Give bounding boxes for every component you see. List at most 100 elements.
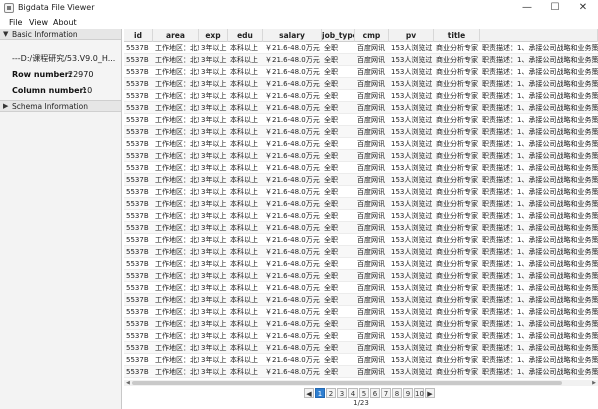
cell-description: 职责描述：1、承接公司战略和业务策略 bbox=[482, 164, 598, 172]
prev-page-button[interactable]: ◀ bbox=[304, 388, 314, 398]
page-button-8[interactable]: 8 bbox=[392, 388, 402, 398]
cell-cmp: 百度网讯 bbox=[357, 104, 385, 112]
cell-area: 工作地区：北京 bbox=[155, 272, 199, 280]
table-row[interactable]: 5537B 工作地区：北京3年以上本科以上 ￥21.6-48.0万元全职 百度网讯 15… bbox=[124, 138, 598, 150]
table-row[interactable]: 5537B 工作地区：北京3年以上本科以上 ￥21.6-48.0万元全职 百度网讯 15… bbox=[124, 210, 598, 222]
cell-cmp: 百度网讯 bbox=[357, 344, 385, 352]
table-row[interactable]: 5537B 工作地区：北京3年以上本科以上 ￥21.6-48.0万元全职 百度网讯 15… bbox=[124, 162, 598, 174]
sidebar: ▼ Basic Information ---D:/课程研究/53.V9.0_H… bbox=[0, 29, 122, 409]
cell-exp: 3年以上 bbox=[201, 296, 227, 304]
page-button-4[interactable]: 4 bbox=[348, 388, 358, 398]
table-row[interactable]: 5537B 工作地区：北京3年以上本科以上 ￥21.6-48.0万元全职 百度网讯 15… bbox=[124, 174, 598, 186]
cell-description: 职责描述：1、承接公司战略和业务策略 bbox=[482, 80, 598, 88]
table-row[interactable]: 5537B 工作地区：北京3年以上本科以上 ￥21.6-48.0万元全职 百度网讯 15… bbox=[124, 342, 598, 354]
table-row[interactable]: 5537B 工作地区：北京3年以上本科以上 ￥21.6-48.0万元全职 百度网讯 15… bbox=[124, 150, 598, 162]
table-row[interactable]: 5537B 工作地区：北京3年以上本科以上 ￥21.6-48.0万元全职 百度网讯 15… bbox=[124, 330, 598, 342]
menu-file[interactable]: File bbox=[9, 18, 22, 27]
table-row[interactable]: 5537B 工作地区：北京3年以上本科以上 ￥21.6-48.0万元全职 百度网讯 15… bbox=[124, 294, 598, 306]
cell-cmp: 百度网讯 bbox=[357, 128, 385, 136]
page-button-5[interactable]: 5 bbox=[359, 388, 369, 398]
column-header-description[interactable] bbox=[480, 29, 598, 42]
cell-cmp: 百度网讯 bbox=[357, 368, 385, 376]
cell-description: 职责描述：1、承接公司战略和业务策略 bbox=[482, 140, 598, 148]
column-header-cmp[interactable]: cmp bbox=[355, 29, 389, 42]
page-button-3[interactable]: 3 bbox=[337, 388, 347, 398]
cell-job-type: 全职 bbox=[324, 248, 338, 256]
cell-description: 职责描述：1、承接公司战略和业务策略 bbox=[482, 260, 598, 268]
cell-salary: ￥21.6-48.0万元 bbox=[265, 260, 320, 268]
table-row[interactable]: 5537B 工作地区：北京3年以上本科以上 ￥21.6-48.0万元全职 百度网讯 15… bbox=[124, 246, 598, 258]
table-row[interactable]: 5537B 工作地区：北京3年以上本科以上 ￥21.6-48.0万元全职 百度网讯 15… bbox=[124, 78, 598, 90]
table-row[interactable]: 5537B 工作地区：北京3年以上本科以上 ￥21.6-48.0万元全职 百度网讯 15… bbox=[124, 270, 598, 282]
next-page-button[interactable]: ▶ bbox=[425, 388, 435, 398]
table-row[interactable]: 5537B 工作地区：北京3年以上本科以上 ￥21.6-48.0万元全职 百度网讯 15… bbox=[124, 354, 598, 366]
table-row[interactable]: 5537B 工作地区：北京3年以上本科以上 ￥21.6-48.0万元全职 百度网讯 15… bbox=[124, 198, 598, 210]
minimize-button[interactable]: — bbox=[513, 0, 541, 17]
table-row[interactable]: 5537B 工作地区：北京3年以上本科以上 ￥21.6-48.0万元全职 百度网讯 15… bbox=[124, 114, 598, 126]
cell-pv: 153人浏览过 bbox=[391, 92, 433, 100]
page-button-10[interactable]: 10 bbox=[414, 388, 424, 398]
column-header-exp[interactable]: exp bbox=[199, 29, 228, 42]
menu-about[interactable]: About bbox=[53, 18, 77, 27]
table-row[interactable]: 5537B 工作地区：北京3年以上本科以上 ￥21.6-48.0万元全职 百度网讯 15… bbox=[124, 126, 598, 138]
column-header-pv[interactable]: pv bbox=[389, 29, 434, 42]
cell-edu: 本科以上 bbox=[230, 236, 258, 244]
column-header-job-type[interactable]: job_type bbox=[322, 29, 355, 42]
cell-job-type: 全职 bbox=[324, 116, 338, 124]
pagination: ◀ 1 2 3 4 5 6 7 8 9 10 ▶ 1/23 bbox=[124, 386, 598, 409]
cell-edu: 本科以上 bbox=[230, 56, 258, 64]
page-button-9[interactable]: 9 bbox=[403, 388, 413, 398]
cell-pv: 153人浏览过 bbox=[391, 260, 433, 268]
cell-job-type: 全职 bbox=[324, 164, 338, 172]
table-row[interactable]: 5537B 工作地区：北京3年以上本科以上 ￥21.6-48.0万元全职 百度网讯 15… bbox=[124, 318, 598, 330]
cell-title: 商业分析专家 bbox=[436, 128, 478, 136]
table-row[interactable]: 5537B 工作地区：北京3年以上本科以上 ￥21.6-48.0万元全职 百度网讯 15… bbox=[124, 186, 598, 198]
cell-edu: 本科以上 bbox=[230, 92, 258, 100]
column-header-edu[interactable]: edu bbox=[228, 29, 263, 42]
cell-exp: 3年以上 bbox=[201, 116, 227, 124]
page-button-7[interactable]: 7 bbox=[381, 388, 391, 398]
column-header-title[interactable]: title bbox=[434, 29, 480, 42]
page-button-6[interactable]: 6 bbox=[370, 388, 380, 398]
cell-salary: ￥21.6-48.0万元 bbox=[265, 332, 320, 340]
cell-salary: ￥21.6-48.0万元 bbox=[265, 236, 320, 244]
page-button-1[interactable]: 1 bbox=[315, 388, 325, 398]
table-row[interactable]: 5537B 工作地区：北京3年以上本科以上 ￥21.6-48.0万元全职 百度网讯 15… bbox=[124, 366, 598, 378]
table-row[interactable]: 5537B 工作地区：北京3年以上本科以上 ￥21.6-48.0万元全职 百度网讯 15… bbox=[124, 42, 598, 54]
cell-job-type: 全职 bbox=[324, 284, 338, 292]
column-header-area[interactable]: area bbox=[153, 29, 199, 42]
table-row[interactable]: 5537B 工作地区：北京3年以上本科以上 ￥21.6-48.0万元全职 百度网讯 15… bbox=[124, 234, 598, 246]
cell-cmp: 百度网讯 bbox=[357, 176, 385, 184]
table-row[interactable]: 5537B 工作地区：北京3年以上本科以上 ￥21.6-48.0万元全职 百度网讯 15… bbox=[124, 258, 598, 270]
column-header-id[interactable]: id bbox=[124, 29, 153, 42]
cell-id: 5537B bbox=[126, 320, 149, 328]
table-row[interactable]: 5537B 工作地区：北京3年以上本科以上 ￥21.6-48.0万元全职 百度网讯 15… bbox=[124, 54, 598, 66]
menu-view[interactable]: View bbox=[29, 18, 48, 27]
cell-area: 工作地区：北京 bbox=[155, 260, 199, 268]
schema-info-header[interactable]: ▶ Schema Information bbox=[0, 101, 121, 112]
close-button[interactable]: ✕ bbox=[569, 0, 597, 17]
cell-area: 工作地区：北京 bbox=[155, 308, 199, 316]
cell-title: 商业分析专家 bbox=[436, 104, 478, 112]
column-header-salary[interactable]: salary bbox=[263, 29, 322, 42]
cell-id: 5537B bbox=[126, 152, 149, 160]
cell-id: 5537B bbox=[126, 212, 149, 220]
cell-salary: ￥21.6-48.0万元 bbox=[265, 212, 320, 220]
cell-salary: ￥21.6-48.0万元 bbox=[265, 344, 320, 352]
cell-title: 商业分析专家 bbox=[436, 152, 478, 160]
page-button-2[interactable]: 2 bbox=[326, 388, 336, 398]
cell-title: 商业分析专家 bbox=[436, 68, 478, 76]
cell-edu: 本科以上 bbox=[230, 128, 258, 136]
table-row[interactable]: 5537B 工作地区：北京3年以上本科以上 ￥21.6-48.0万元全职 百度网讯 15… bbox=[124, 90, 598, 102]
table-row[interactable]: 5537B 工作地区：北京3年以上本科以上 ￥21.6-48.0万元全职 百度网讯 15… bbox=[124, 66, 598, 78]
table-row[interactable]: 5537B 工作地区：北京3年以上本科以上 ￥21.6-48.0万元全职 百度网讯 15… bbox=[124, 222, 598, 234]
table-row[interactable]: 5537B 工作地区：北京3年以上本科以上 ￥21.6-48.0万元全职 百度网讯 15… bbox=[124, 102, 598, 114]
cell-area: 工作地区：北京 bbox=[155, 296, 199, 304]
maximize-button[interactable]: ☐ bbox=[541, 0, 569, 17]
cell-title: 商业分析专家 bbox=[436, 56, 478, 64]
scrollbar-thumb[interactable] bbox=[132, 381, 562, 385]
cell-pv: 153人浏览过 bbox=[391, 152, 433, 160]
basic-info-header[interactable]: ▼ Basic Information bbox=[0, 29, 121, 40]
table-row[interactable]: 5537B 工作地区：北京3年以上本科以上 ￥21.6-48.0万元全职 百度网讯 15… bbox=[124, 282, 598, 294]
table-row[interactable]: 5537B 工作地区：北京3年以上本科以上 ￥21.6-48.0万元全职 百度网讯 15… bbox=[124, 306, 598, 318]
